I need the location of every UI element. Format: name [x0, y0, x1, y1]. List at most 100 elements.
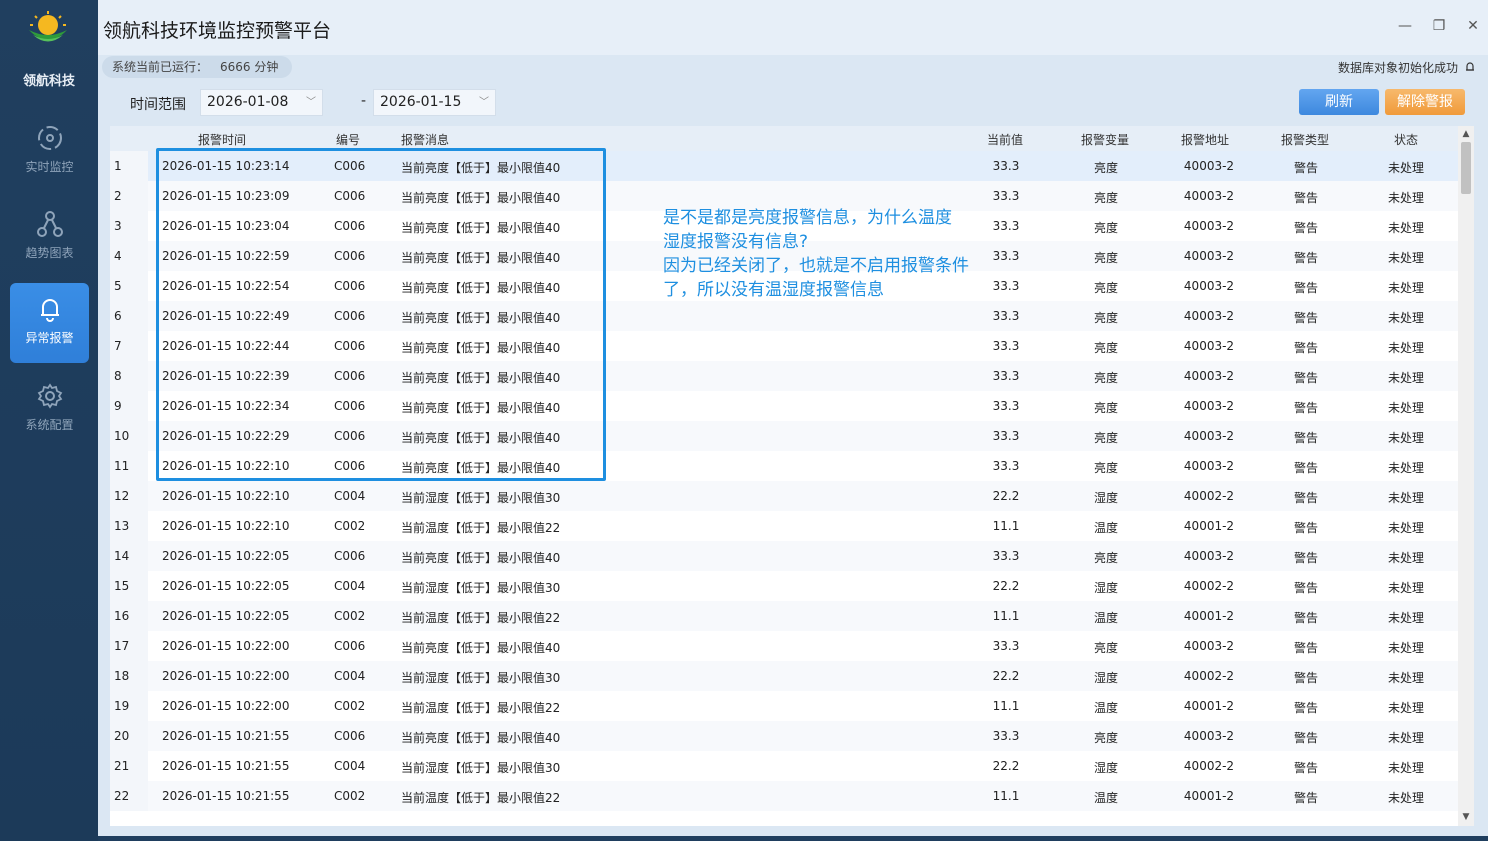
- alarm-variable: 亮度: [1093, 161, 1118, 175]
- nav-item-alarm[interactable]: 异常报警: [10, 283, 89, 363]
- scroll-up-icon[interactable]: ▲: [1458, 127, 1474, 141]
- alarm-variable: 亮度: [1093, 251, 1118, 265]
- alarm-status: 未处理: [1387, 221, 1424, 235]
- nav-item-trend-chart[interactable]: 趋势图表: [10, 198, 89, 278]
- date-separator: -: [361, 93, 367, 109]
- row-number: 8: [114, 369, 122, 383]
- header-status[interactable]: 状态: [1394, 131, 1418, 148]
- alarm-address: 40001-2: [1183, 609, 1235, 623]
- alarm-address: 40003-2: [1183, 249, 1235, 263]
- scroll-thumb[interactable]: [1461, 142, 1471, 194]
- nav-label: 趋势图表: [25, 246, 74, 260]
- current-value: 33.3: [992, 459, 1020, 473]
- refresh-button[interactable]: 刷新: [1299, 89, 1379, 115]
- table-row[interactable]: 20 2026-01-15 10:21:55 C006 当前亮度【低于】最小限值40 3…: [110, 721, 1458, 751]
- table-row[interactable]: 22 2026-01-15 10:21:55 C002 当前温度【低于】最小限值22 1…: [110, 781, 1458, 811]
- row-number: 15: [114, 579, 130, 593]
- alarm-time: 2026-01-15 10:22:10: [162, 489, 290, 503]
- alarm-variable: 亮度: [1093, 191, 1118, 205]
- alarm-address: 40001-2: [1183, 699, 1235, 713]
- alarm-time: 2026-01-15 10:22:05: [162, 549, 290, 563]
- alarm-code: C002: [334, 699, 366, 713]
- alarm-type: 警告: [1293, 761, 1318, 775]
- alarm-variable: 温度: [1093, 521, 1118, 535]
- vertical-scrollbar[interactable]: ▲ ▼: [1458, 126, 1474, 826]
- alarm-address: 40001-2: [1183, 789, 1235, 803]
- alarm-status: 未处理: [1387, 671, 1424, 685]
- table-row[interactable]: 17 2026-01-15 10:22:00 C006 当前亮度【低于】最小限值40 3…: [110, 631, 1458, 661]
- alarm-time: 2026-01-15 10:22:05: [162, 579, 290, 593]
- alarm-message: 当前亮度【低于】最小限值40: [401, 641, 561, 655]
- alarm-message: 当前温度【低于】最小限值22: [401, 521, 561, 535]
- alarm-status: 未处理: [1387, 491, 1424, 505]
- close-icon[interactable]: ✕: [1465, 18, 1481, 34]
- bell-icon: [40, 299, 59, 322]
- alarm-variable: 亮度: [1093, 341, 1118, 355]
- alarm-type: 警告: [1293, 551, 1318, 565]
- table-row[interactable]: 18 2026-01-15 10:22:00 C004 当前湿度【低于】最小限值30 2…: [110, 661, 1458, 691]
- row-number: 17: [114, 639, 130, 653]
- alarm-type: 警告: [1293, 371, 1318, 385]
- alarm-type: 警告: [1293, 581, 1318, 595]
- annotation-text: 是不是都是亮度报警信息，为什么温度 湿度报警没有信息? 因为已经关闭了，也就是不…: [663, 206, 1003, 302]
- current-value: 33.3: [992, 429, 1020, 443]
- alarm-time: 2026-01-15 10:22:10: [162, 519, 290, 533]
- alarm-type: 警告: [1293, 611, 1318, 625]
- row-number: 18: [114, 669, 130, 683]
- gear-icon: [37, 383, 62, 409]
- table-row[interactable]: 14 2026-01-15 10:22:05 C006 当前亮度【低于】最小限值40 3…: [110, 541, 1458, 571]
- alarm-type: 警告: [1293, 251, 1318, 265]
- alarm-status: 未处理: [1387, 341, 1424, 355]
- alarm-type: 警告: [1293, 191, 1318, 205]
- annotation-line: 是不是都是亮度报警信息，为什么温度: [663, 208, 952, 228]
- chevron-down-icon: ﹀: [306, 97, 316, 108]
- alarm-status: 未处理: [1387, 401, 1424, 415]
- clear-alarm-button[interactable]: 解除警报: [1385, 89, 1465, 115]
- header-message[interactable]: 报警消息: [401, 131, 449, 148]
- minimize-icon[interactable]: —: [1397, 18, 1413, 34]
- row-number: 12: [114, 489, 130, 503]
- table-row[interactable]: 13 2026-01-15 10:22:10 C002 当前温度【低于】最小限值22 1…: [110, 511, 1458, 541]
- current-value: 33.3: [992, 399, 1020, 413]
- header-current-value[interactable]: 当前值: [987, 131, 1023, 148]
- start-date-picker[interactable]: 2026-01-08 ﹀: [200, 89, 323, 116]
- current-value: 33.3: [992, 159, 1020, 173]
- header-address[interactable]: 报警地址: [1181, 131, 1229, 148]
- alarm-code: C004: [334, 579, 366, 593]
- alarm-code: C004: [334, 759, 366, 773]
- row-number: 5: [114, 279, 122, 293]
- alarm-status: 未处理: [1387, 251, 1424, 265]
- nav-item-realtime-monitor[interactable]: 实时监控: [10, 112, 89, 192]
- restore-icon[interactable]: ❐: [1431, 18, 1447, 34]
- header-variable[interactable]: 报警变量: [1081, 131, 1129, 148]
- table-row[interactable]: 15 2026-01-15 10:22:05 C004 当前湿度【低于】最小限值30 2…: [110, 571, 1458, 601]
- alarm-type: 警告: [1293, 731, 1318, 745]
- header-type[interactable]: 报警类型: [1281, 131, 1329, 148]
- nav-label: 系统配置: [25, 418, 74, 432]
- annotation-line: 湿度报警没有信息?: [663, 232, 809, 252]
- alarm-code: C002: [334, 519, 366, 533]
- alarm-address: 40001-2: [1183, 519, 1235, 533]
- end-date-picker[interactable]: 2026-01-15 ﹀: [373, 89, 496, 116]
- alarm-time: 2026-01-15 10:21:55: [162, 789, 290, 803]
- alarm-variable: 湿度: [1093, 671, 1118, 685]
- alarm-status: 未处理: [1387, 761, 1424, 775]
- nav-item-system-config[interactable]: 系统配置: [10, 370, 89, 450]
- alarm-variable: 亮度: [1093, 311, 1118, 325]
- alarm-type: 警告: [1293, 341, 1318, 355]
- alarm-code: C002: [334, 609, 366, 623]
- header-code[interactable]: 编号: [336, 131, 360, 148]
- alarm-type: 警告: [1293, 641, 1318, 655]
- table-row[interactable]: 16 2026-01-15 10:22:05 C002 当前温度【低于】最小限值22 1…: [110, 601, 1458, 631]
- table-row[interactable]: 12 2026-01-15 10:22:10 C004 当前湿度【低于】最小限值30 2…: [110, 481, 1458, 511]
- scroll-down-icon[interactable]: ▼: [1458, 810, 1474, 824]
- alarm-type: 警告: [1293, 521, 1318, 535]
- row-number: 11: [114, 459, 130, 473]
- header-alarm-time[interactable]: 报警时间: [198, 131, 246, 148]
- table-row[interactable]: 21 2026-01-15 10:21:55 C004 当前湿度【低于】最小限值30 2…: [110, 751, 1458, 781]
- alarm-status: 未处理: [1387, 731, 1424, 745]
- alarm-address: 40003-2: [1183, 189, 1235, 203]
- alarm-message: 当前湿度【低于】最小限值30: [401, 761, 561, 775]
- table-row[interactable]: 19 2026-01-15 10:22:00 C002 当前温度【低于】最小限值22 1…: [110, 691, 1458, 721]
- alarm-type: 警告: [1293, 281, 1318, 295]
